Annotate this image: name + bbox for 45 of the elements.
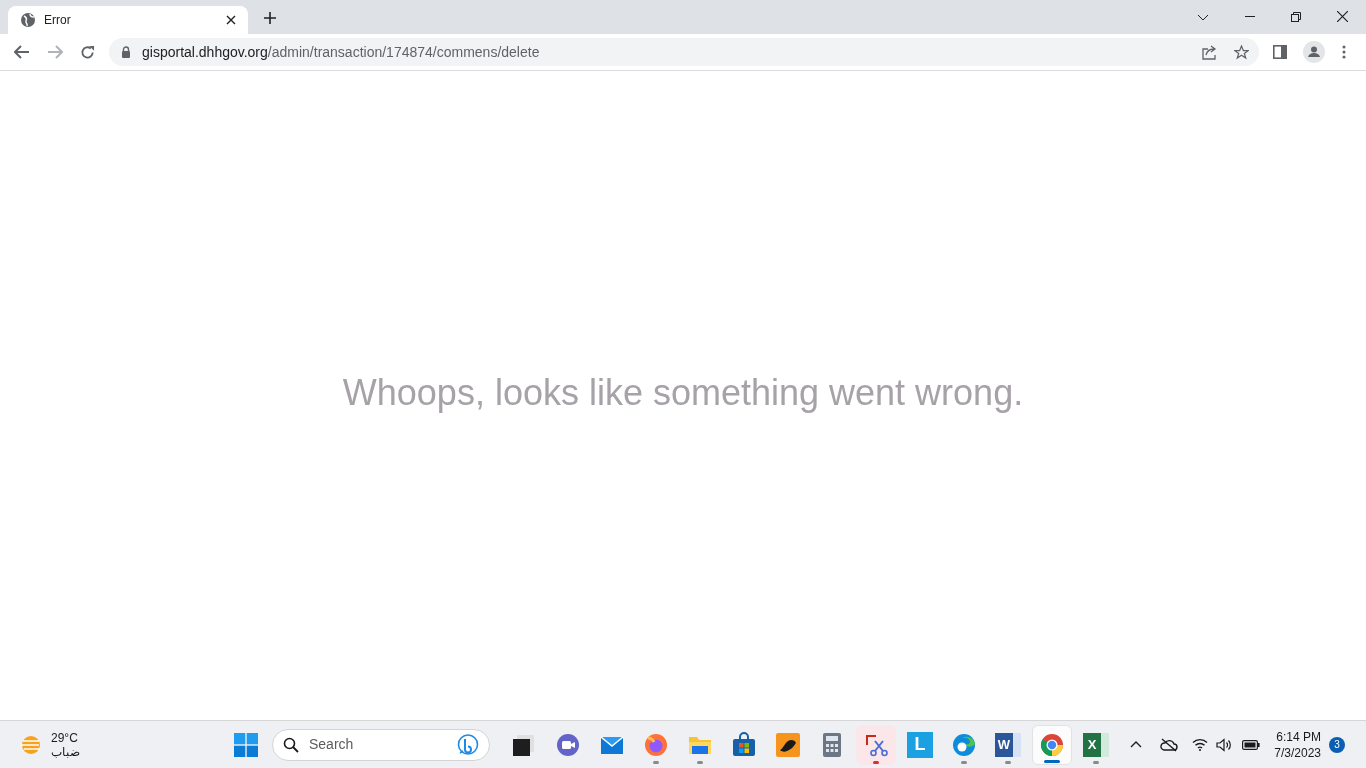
- swirl-globe-icon: [951, 731, 977, 758]
- letter-tile-icon: L: [907, 731, 933, 758]
- weather-condition: ضباب: [51, 744, 80, 759]
- restore-icon[interactable]: [1291, 12, 1301, 22]
- cloud-off-icon[interactable]: [1160, 737, 1179, 752]
- fox-globe-icon: [643, 731, 669, 758]
- tab-title: Error: [44, 12, 72, 29]
- chevron-down-icon[interactable]: [1197, 14, 1209, 21]
- url-text: gisportal.dhhgov.org/admin/transaction/174874/commens/delete: [142, 42, 541, 62]
- windows-start-icon[interactable]: [234, 732, 258, 757]
- profile-icon[interactable]: [1303, 41, 1325, 63]
- clock[interactable]: 6:14 PM 7/3/2023: [1274, 728, 1321, 761]
- volume-icon[interactable]: [1216, 737, 1233, 752]
- weather-sun-icon: [20, 734, 42, 755]
- taskbar-app[interactable]: X: [1076, 724, 1116, 765]
- chat-bubble-icon[interactable]: [457, 733, 479, 756]
- new-tab-icon[interactable]: [264, 12, 276, 24]
- share-icon[interactable]: [1202, 44, 1218, 60]
- search-field[interactable]: Search: [272, 728, 490, 761]
- store-bag-icon: [731, 731, 757, 758]
- star-icon[interactable]: [1234, 44, 1249, 60]
- reload-icon[interactable]: [80, 44, 95, 60]
- search-placeholder: Search: [309, 735, 355, 754]
- globe-icon: [20, 12, 36, 28]
- back-arrow-icon[interactable]: [14, 45, 30, 59]
- menu-icon[interactable]: [1342, 45, 1346, 59]
- chevron-up-icon[interactable]: [1130, 741, 1143, 748]
- wifi-icon[interactable]: [1192, 738, 1209, 751]
- notification-badge[interactable]: 3: [1329, 736, 1345, 753]
- spreadsheet-icon: X: [1083, 732, 1109, 757]
- chrome-ball-icon: [1039, 731, 1065, 758]
- app-tile-icon: [775, 731, 801, 758]
- side-panel-icon[interactable]: [1273, 45, 1287, 59]
- close-icon[interactable]: [226, 15, 236, 25]
- lock-icon: [121, 46, 131, 58]
- address-bar[interactable]: gisportal.dhhgov.org/admin/transaction/174874/commens/delete: [109, 38, 1259, 66]
- browser-tab[interactable]: Error: [8, 6, 248, 34]
- taskbar-app[interactable]: W: [988, 724, 1028, 765]
- close-icon[interactable]: [1337, 11, 1348, 22]
- weather-temperature: 29°C: [51, 730, 79, 745]
- search-icon: [283, 736, 299, 753]
- error-message: Whoops, looks like something went wrong.: [342, 371, 1024, 415]
- battery-icon[interactable]: [1242, 739, 1261, 750]
- document-icon: W: [995, 732, 1021, 757]
- video-chat-icon: [555, 731, 581, 758]
